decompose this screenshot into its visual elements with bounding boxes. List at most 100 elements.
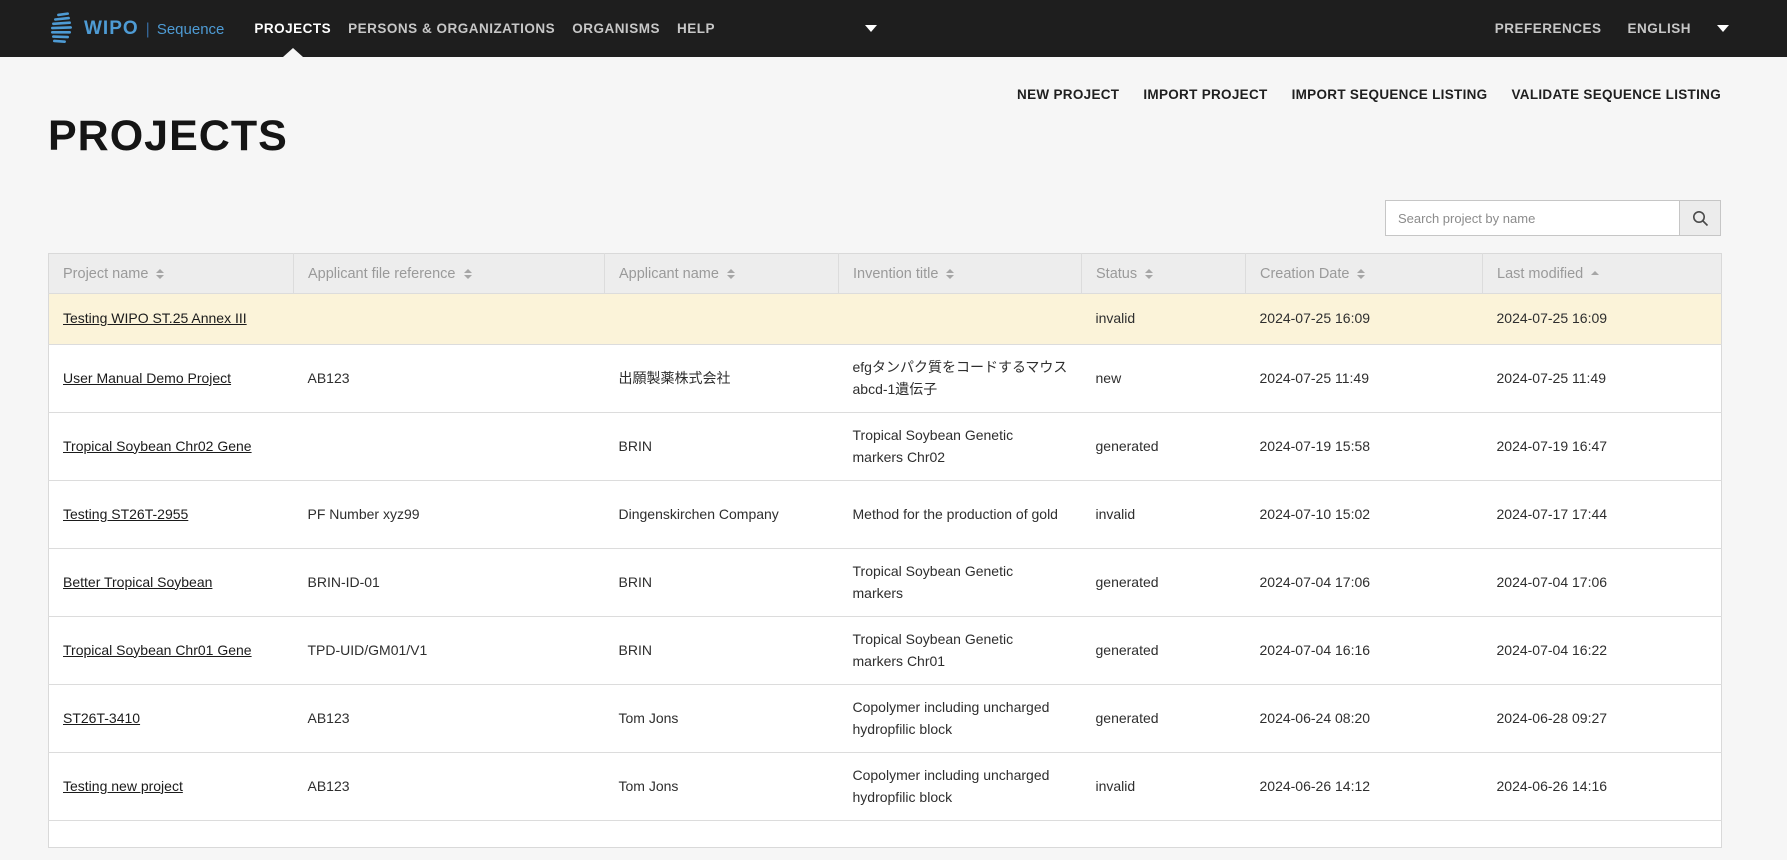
column-header-last-modified[interactable]: Last modified bbox=[1483, 254, 1722, 294]
cell-project-name: Testing WIPO ST.25 Annex III bbox=[49, 294, 294, 345]
cell-project-name: Testing new project bbox=[49, 753, 294, 821]
cell-project-name: Testing ST26T-2955 bbox=[49, 481, 294, 549]
navbar-menu: PROJECTS PERSONS & ORGANIZATIONS ORGANISMS… bbox=[254, 0, 715, 57]
cell-status: generated bbox=[1082, 617, 1246, 685]
nav-item-organisms[interactable]: ORGANISMS bbox=[572, 0, 660, 57]
cell-invention-title: Copolymer including uncharged hydropfili… bbox=[839, 685, 1082, 753]
search-icon bbox=[1692, 210, 1709, 227]
cell-applicant-name: 出願製薬株式会社 bbox=[605, 345, 839, 413]
sort-icon[interactable] bbox=[464, 269, 472, 279]
cell-status: generated bbox=[1082, 685, 1246, 753]
cell-applicant-name: BRIN bbox=[605, 413, 839, 481]
nav-item-persons-organizations[interactable]: PERSONS & ORGANIZATIONS bbox=[348, 0, 555, 57]
logo-wipo-text: WIPO bbox=[84, 18, 139, 40]
cell-applicant-name bbox=[605, 294, 839, 345]
cell-applicant-name: BRIN bbox=[605, 549, 839, 617]
cell-invention-title: Tropical Soybean Genetic markers bbox=[839, 549, 1082, 617]
cell-invention-title: Tropical Soybean Genetic markers Chr02 bbox=[839, 413, 1082, 481]
validate-sequence-listing-button[interactable]: VALIDATE SEQUENCE LISTING bbox=[1511, 87, 1721, 104]
nav-item-help[interactable]: HELP bbox=[677, 0, 715, 57]
cell-invention-title: efgタンパク質をコードするマウスabcd-1遺伝子 bbox=[839, 345, 1082, 413]
cell-applicant-file-reference bbox=[294, 413, 605, 481]
table-row: User Manual Demo Project AB123出願製薬株式会社efg… bbox=[49, 345, 1722, 413]
cell-status: invalid bbox=[1082, 481, 1246, 549]
cell-invention-title bbox=[839, 294, 1082, 345]
search-button[interactable] bbox=[1679, 201, 1720, 235]
table-row: Tropical Soybean Chr02 Gene BRINTropical … bbox=[49, 413, 1722, 481]
cell-creation-date: 2024-07-19 15:58 bbox=[1246, 413, 1483, 481]
cell-empty bbox=[49, 821, 1722, 848]
logo-separator: | bbox=[146, 21, 150, 39]
cell-applicant-file-reference bbox=[294, 294, 605, 345]
cell-last-modified: 2024-07-25 16:09 bbox=[1483, 294, 1722, 345]
column-header-invention-title[interactable]: Invention title bbox=[839, 254, 1082, 294]
sort-icon[interactable] bbox=[1145, 269, 1153, 279]
sort-icon[interactable] bbox=[727, 269, 735, 279]
import-sequence-listing-button[interactable]: IMPORT SEQUENCE LISTING bbox=[1292, 87, 1488, 104]
project-name-link[interactable]: Testing WIPO ST.25 Annex III bbox=[63, 310, 247, 326]
sort-icon[interactable] bbox=[946, 269, 954, 279]
cell-status: new bbox=[1082, 345, 1246, 413]
table-row: Better Tropical Soybean BRIN-ID-01BRINTro… bbox=[49, 549, 1722, 617]
column-header-creation-date[interactable]: Creation Date bbox=[1246, 254, 1483, 294]
cell-applicant-name: Tom Jons bbox=[605, 685, 839, 753]
sort-icon[interactable] bbox=[1357, 269, 1365, 279]
cell-applicant-file-reference: BRIN-ID-01 bbox=[294, 549, 605, 617]
column-header-applicant-file-reference[interactable]: Applicant file reference bbox=[294, 254, 605, 294]
cell-applicant-name: Tom Jons bbox=[605, 753, 839, 821]
navbar: WIPO | Sequence PROJECTS PERSONS & ORGANI… bbox=[0, 0, 1787, 57]
cell-status: invalid bbox=[1082, 753, 1246, 821]
chevron-down-icon[interactable] bbox=[865, 25, 877, 32]
cell-last-modified: 2024-06-28 09:27 bbox=[1483, 685, 1722, 753]
cell-applicant-file-reference: AB123 bbox=[294, 753, 605, 821]
search-input[interactable] bbox=[1386, 201, 1679, 235]
cell-applicant-name: Dingenskirchen Company bbox=[605, 481, 839, 549]
cell-last-modified: 2024-07-19 16:47 bbox=[1483, 413, 1722, 481]
new-project-button[interactable]: NEW PROJECT bbox=[1017, 87, 1119, 104]
import-project-button[interactable]: IMPORT PROJECT bbox=[1143, 87, 1267, 104]
cell-project-name: User Manual Demo Project bbox=[49, 345, 294, 413]
search-box bbox=[1385, 200, 1721, 236]
column-header-project-name[interactable]: Project name bbox=[49, 254, 294, 294]
project-name-link[interactable]: Tropical Soybean Chr01 Gene bbox=[63, 642, 252, 658]
project-name-link[interactable]: ST26T-3410 bbox=[63, 710, 140, 726]
column-header-label: Last modified bbox=[1497, 266, 1583, 282]
chevron-down-icon[interactable] bbox=[1717, 25, 1729, 32]
column-header-status[interactable]: Status bbox=[1082, 254, 1246, 294]
cell-creation-date: 2024-07-04 17:06 bbox=[1246, 549, 1483, 617]
preferences-link[interactable]: PREFERENCES bbox=[1495, 21, 1602, 36]
cell-status: generated bbox=[1082, 413, 1246, 481]
navbar-right: PREFERENCES ENGLISH bbox=[1495, 21, 1729, 36]
language-selector[interactable]: ENGLISH bbox=[1627, 21, 1691, 36]
sort-icon[interactable] bbox=[156, 269, 164, 279]
project-name-link[interactable]: User Manual Demo Project bbox=[63, 370, 231, 386]
cell-last-modified: 2024-07-25 11:49 bbox=[1483, 345, 1722, 413]
search-row bbox=[48, 200, 1721, 236]
project-name-link[interactable]: Better Tropical Soybean bbox=[63, 574, 212, 590]
nav-item-projects[interactable]: PROJECTS bbox=[254, 0, 331, 57]
cell-status: invalid bbox=[1082, 294, 1246, 345]
column-header-label: Creation Date bbox=[1260, 266, 1349, 282]
table-row: Testing new project AB123Tom JonsCopolyme… bbox=[49, 753, 1722, 821]
table-body: Testing WIPO ST.25 Annex IIIinvalid2024-… bbox=[49, 294, 1722, 848]
cell-applicant-file-reference: AB123 bbox=[294, 685, 605, 753]
toolbar: NEW PROJECT IMPORT PROJECT IMPORT SEQUENCE… bbox=[48, 87, 1721, 104]
column-header-applicant-name[interactable]: Applicant name bbox=[605, 254, 839, 294]
cell-status: generated bbox=[1082, 549, 1246, 617]
cell-creation-date: 2024-07-25 11:49 bbox=[1246, 345, 1483, 413]
project-name-link[interactable]: Testing new project bbox=[63, 778, 183, 794]
cell-invention-title: Copolymer including uncharged hydropfili… bbox=[839, 753, 1082, 821]
project-name-link[interactable]: Tropical Soybean Chr02 Gene bbox=[63, 438, 252, 454]
cell-creation-date: 2024-07-25 16:09 bbox=[1246, 294, 1483, 345]
wipo-logo-icon bbox=[48, 12, 73, 46]
project-name-link[interactable]: Testing ST26T-2955 bbox=[63, 506, 188, 522]
logo-product-text: Sequence bbox=[157, 21, 225, 38]
table-row: Testing ST26T-2955PF Number xyz99Dingens… bbox=[49, 481, 1722, 549]
sort-asc-icon[interactable] bbox=[1591, 271, 1599, 277]
table-header-row: Project nameApplicant file referenceAppl… bbox=[49, 254, 1722, 294]
table-row-partial bbox=[49, 821, 1722, 848]
cell-creation-date: 2024-06-26 14:12 bbox=[1246, 753, 1483, 821]
cell-project-name: Tropical Soybean Chr01 Gene bbox=[49, 617, 294, 685]
wipo-logo: WIPO | Sequence bbox=[48, 12, 224, 46]
cell-applicant-file-reference: AB123 bbox=[294, 345, 605, 413]
